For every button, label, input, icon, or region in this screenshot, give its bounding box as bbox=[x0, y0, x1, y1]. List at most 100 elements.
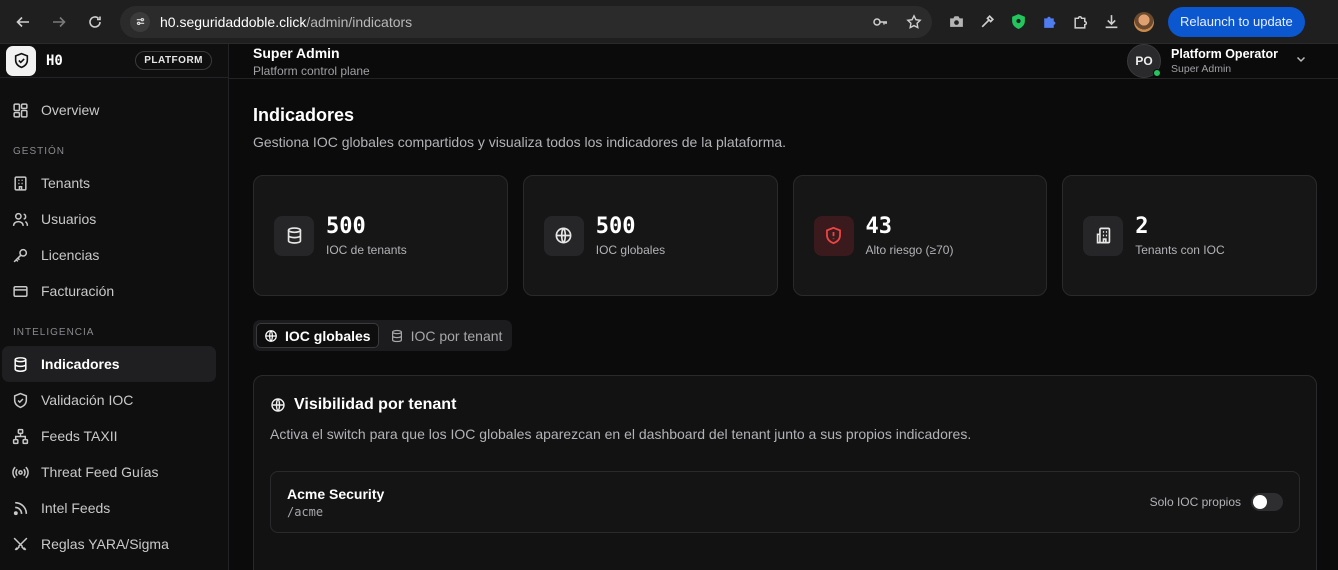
user-name: Platform Operator bbox=[1171, 47, 1278, 61]
url-text: h0.seguridaddoble.click/admin/indicators bbox=[160, 14, 862, 30]
credit-card-icon bbox=[13, 285, 28, 297]
site-settings-icon[interactable] bbox=[130, 11, 150, 32]
sidebar-item-tenants[interactable]: Tenants bbox=[2, 165, 216, 201]
page-subtitle: Gestiona IOC globales compartidos y visu… bbox=[253, 134, 787, 150]
tenant-visibility-panel: Visibilidad por tenant Activa el switch … bbox=[253, 375, 1317, 570]
avatar-initials: PO bbox=[1135, 54, 1153, 68]
database-icon bbox=[274, 215, 314, 256]
sidebar-item-licencias[interactable]: Licencias bbox=[2, 237, 216, 273]
sidebar-item-validacion-ioc[interactable]: Validación IOC bbox=[2, 382, 216, 418]
globe-icon bbox=[271, 398, 285, 412]
sidebar-item-intel-feeds[interactable]: Intel Feeds bbox=[2, 490, 216, 526]
sidebar-item-reglas-yara-sigma[interactable]: Reglas YARA/Sigma bbox=[2, 526, 216, 562]
sidebar-item-label: Facturación bbox=[41, 283, 115, 299]
sidebar-item-usuarios[interactable]: Usuarios bbox=[2, 201, 216, 237]
user-menu[interactable]: PO Platform Operator Super Admin bbox=[1127, 44, 1308, 78]
platform-badge: PLATFORM bbox=[135, 51, 212, 70]
building-icon bbox=[14, 175, 27, 191]
tenant-name: Acme Security bbox=[287, 485, 385, 502]
radio-icon bbox=[12, 466, 29, 478]
panel-title: Visibilidad por tenant bbox=[294, 396, 457, 413]
stat-label: IOC de tenants bbox=[326, 243, 407, 257]
tenant-row: Acme Security /acme Solo IOC propios bbox=[270, 471, 1300, 533]
stats-row: 500 IOC de tenants 500 IOC globales 43 A… bbox=[253, 175, 1317, 296]
ioc-tabs: IOC globales IOC por tenant bbox=[253, 320, 513, 351]
sidebar-item-label: Threat Feed Guías bbox=[41, 464, 159, 480]
main-area: Super Admin Platform control plane PO Pl… bbox=[229, 44, 1338, 570]
sidebar: H0 PLATFORM Overview GESTIÓN Tenants Usu… bbox=[0, 44, 229, 570]
toggle-knob bbox=[1253, 495, 1267, 509]
building-icon bbox=[1083, 215, 1124, 256]
stat-value: 500 bbox=[326, 214, 366, 239]
toggle-label: Solo IOC propios bbox=[1149, 495, 1241, 509]
reload-icon bbox=[89, 15, 101, 28]
side-nav: Overview GESTIÓN Tenants Usuarios Licenc… bbox=[0, 78, 228, 570]
network-icon bbox=[12, 428, 29, 444]
tab-label: IOC globales bbox=[285, 327, 371, 344]
sidebar-item-label: Indicadores bbox=[41, 356, 120, 372]
sidebar-item-label: Intel Feeds bbox=[41, 500, 111, 516]
reload-button[interactable] bbox=[80, 7, 110, 37]
arrow-right-icon bbox=[53, 16, 66, 27]
stat-value: 2 bbox=[1135, 214, 1149, 239]
section-label-gestion: GESTIÓN bbox=[13, 146, 66, 157]
globe-icon bbox=[543, 215, 584, 256]
sidebar-item-feeds-taxii[interactable]: Feeds TAXII bbox=[2, 418, 216, 454]
user-role: Super Admin bbox=[1171, 63, 1232, 75]
tenant-slug: /acme bbox=[287, 504, 324, 519]
swords-icon bbox=[13, 537, 28, 550]
rss-icon bbox=[13, 501, 28, 515]
stat-card-ioc-globales: 500 IOC globales bbox=[522, 175, 778, 296]
sidebar-item-label: Validación IOC bbox=[41, 392, 134, 408]
grid-icon bbox=[13, 102, 28, 118]
topbar-subtitle: Platform control plane bbox=[253, 63, 370, 78]
key-icon bbox=[13, 248, 28, 262]
shield-logo-icon bbox=[6, 45, 36, 76]
stat-card-tenants-con-ioc: 2 Tenants con IOC bbox=[1062, 175, 1317, 296]
puzzle-blue-icon[interactable] bbox=[1041, 13, 1058, 30]
sidebar-item-label: Tenants bbox=[41, 175, 91, 191]
forward-button[interactable] bbox=[44, 7, 74, 37]
sidebar-item-overview[interactable]: Overview bbox=[2, 92, 216, 128]
sidebar-item-label: Overview bbox=[41, 102, 100, 118]
chevron-down-icon[interactable] bbox=[1294, 52, 1308, 71]
back-button[interactable] bbox=[8, 7, 38, 37]
profile-avatar[interactable] bbox=[1134, 11, 1154, 32]
shield-alert-icon bbox=[813, 215, 854, 256]
database-icon bbox=[391, 329, 402, 342]
online-status-dot bbox=[1153, 69, 1162, 77]
tab-ioc-globales[interactable]: IOC globales bbox=[256, 323, 379, 348]
tab-ioc-por-tenant[interactable]: IOC por tenant bbox=[383, 323, 510, 348]
globe-icon bbox=[265, 329, 277, 342]
stat-label: Alto riesgo (≥70) bbox=[865, 243, 954, 257]
browser-toolbar: h0.seguridaddoble.click/admin/indicators… bbox=[0, 0, 1338, 44]
page-content: Indicadores Gestiona IOC globales compar… bbox=[229, 79, 1338, 570]
section-label-inteligencia: INTELIGENCIA bbox=[13, 327, 95, 338]
global-ioc-toggle[interactable] bbox=[1251, 493, 1283, 511]
tab-label: IOC por tenant bbox=[410, 327, 503, 344]
brand-name: H0 bbox=[46, 52, 63, 69]
sidebar-item-label: Reglas YARA/Sigma bbox=[41, 536, 169, 552]
sidebar-item-label: Licencias bbox=[41, 247, 100, 263]
camera-icon[interactable] bbox=[948, 13, 965, 30]
address-bar[interactable]: h0.seguridaddoble.click/admin/indicators bbox=[120, 5, 932, 38]
topbar: Super Admin Platform control plane PO Pl… bbox=[229, 44, 1338, 79]
relaunch-button[interactable]: Relaunch to update bbox=[1168, 6, 1305, 37]
sidebar-item-facturacion[interactable]: Facturación bbox=[2, 273, 216, 309]
url-path: /admin/indicators bbox=[306, 13, 413, 30]
download-icon[interactable] bbox=[1103, 13, 1120, 30]
sidebar-item-indicadores[interactable]: Indicadores bbox=[2, 346, 216, 382]
arrow-left-icon bbox=[16, 16, 29, 27]
eyedropper-icon[interactable] bbox=[979, 13, 996, 30]
stat-card-alto-riesgo: 43 Alto riesgo (≥70) bbox=[792, 175, 1048, 296]
users-icon bbox=[12, 212, 29, 226]
shield-check-icon bbox=[13, 392, 28, 408]
brand: H0 PLATFORM bbox=[0, 44, 228, 78]
stat-card-ioc-tenants: 500 IOC de tenants bbox=[253, 175, 508, 296]
shield-extension-icon[interactable] bbox=[1010, 13, 1027, 30]
sidebar-item-threat-feed-guias[interactable]: Threat Feed Guías bbox=[2, 454, 216, 490]
star-icon[interactable] bbox=[906, 13, 922, 30]
key-icon[interactable] bbox=[872, 14, 888, 30]
stat-value: 500 bbox=[595, 214, 636, 239]
extensions-icon[interactable] bbox=[1072, 13, 1089, 30]
